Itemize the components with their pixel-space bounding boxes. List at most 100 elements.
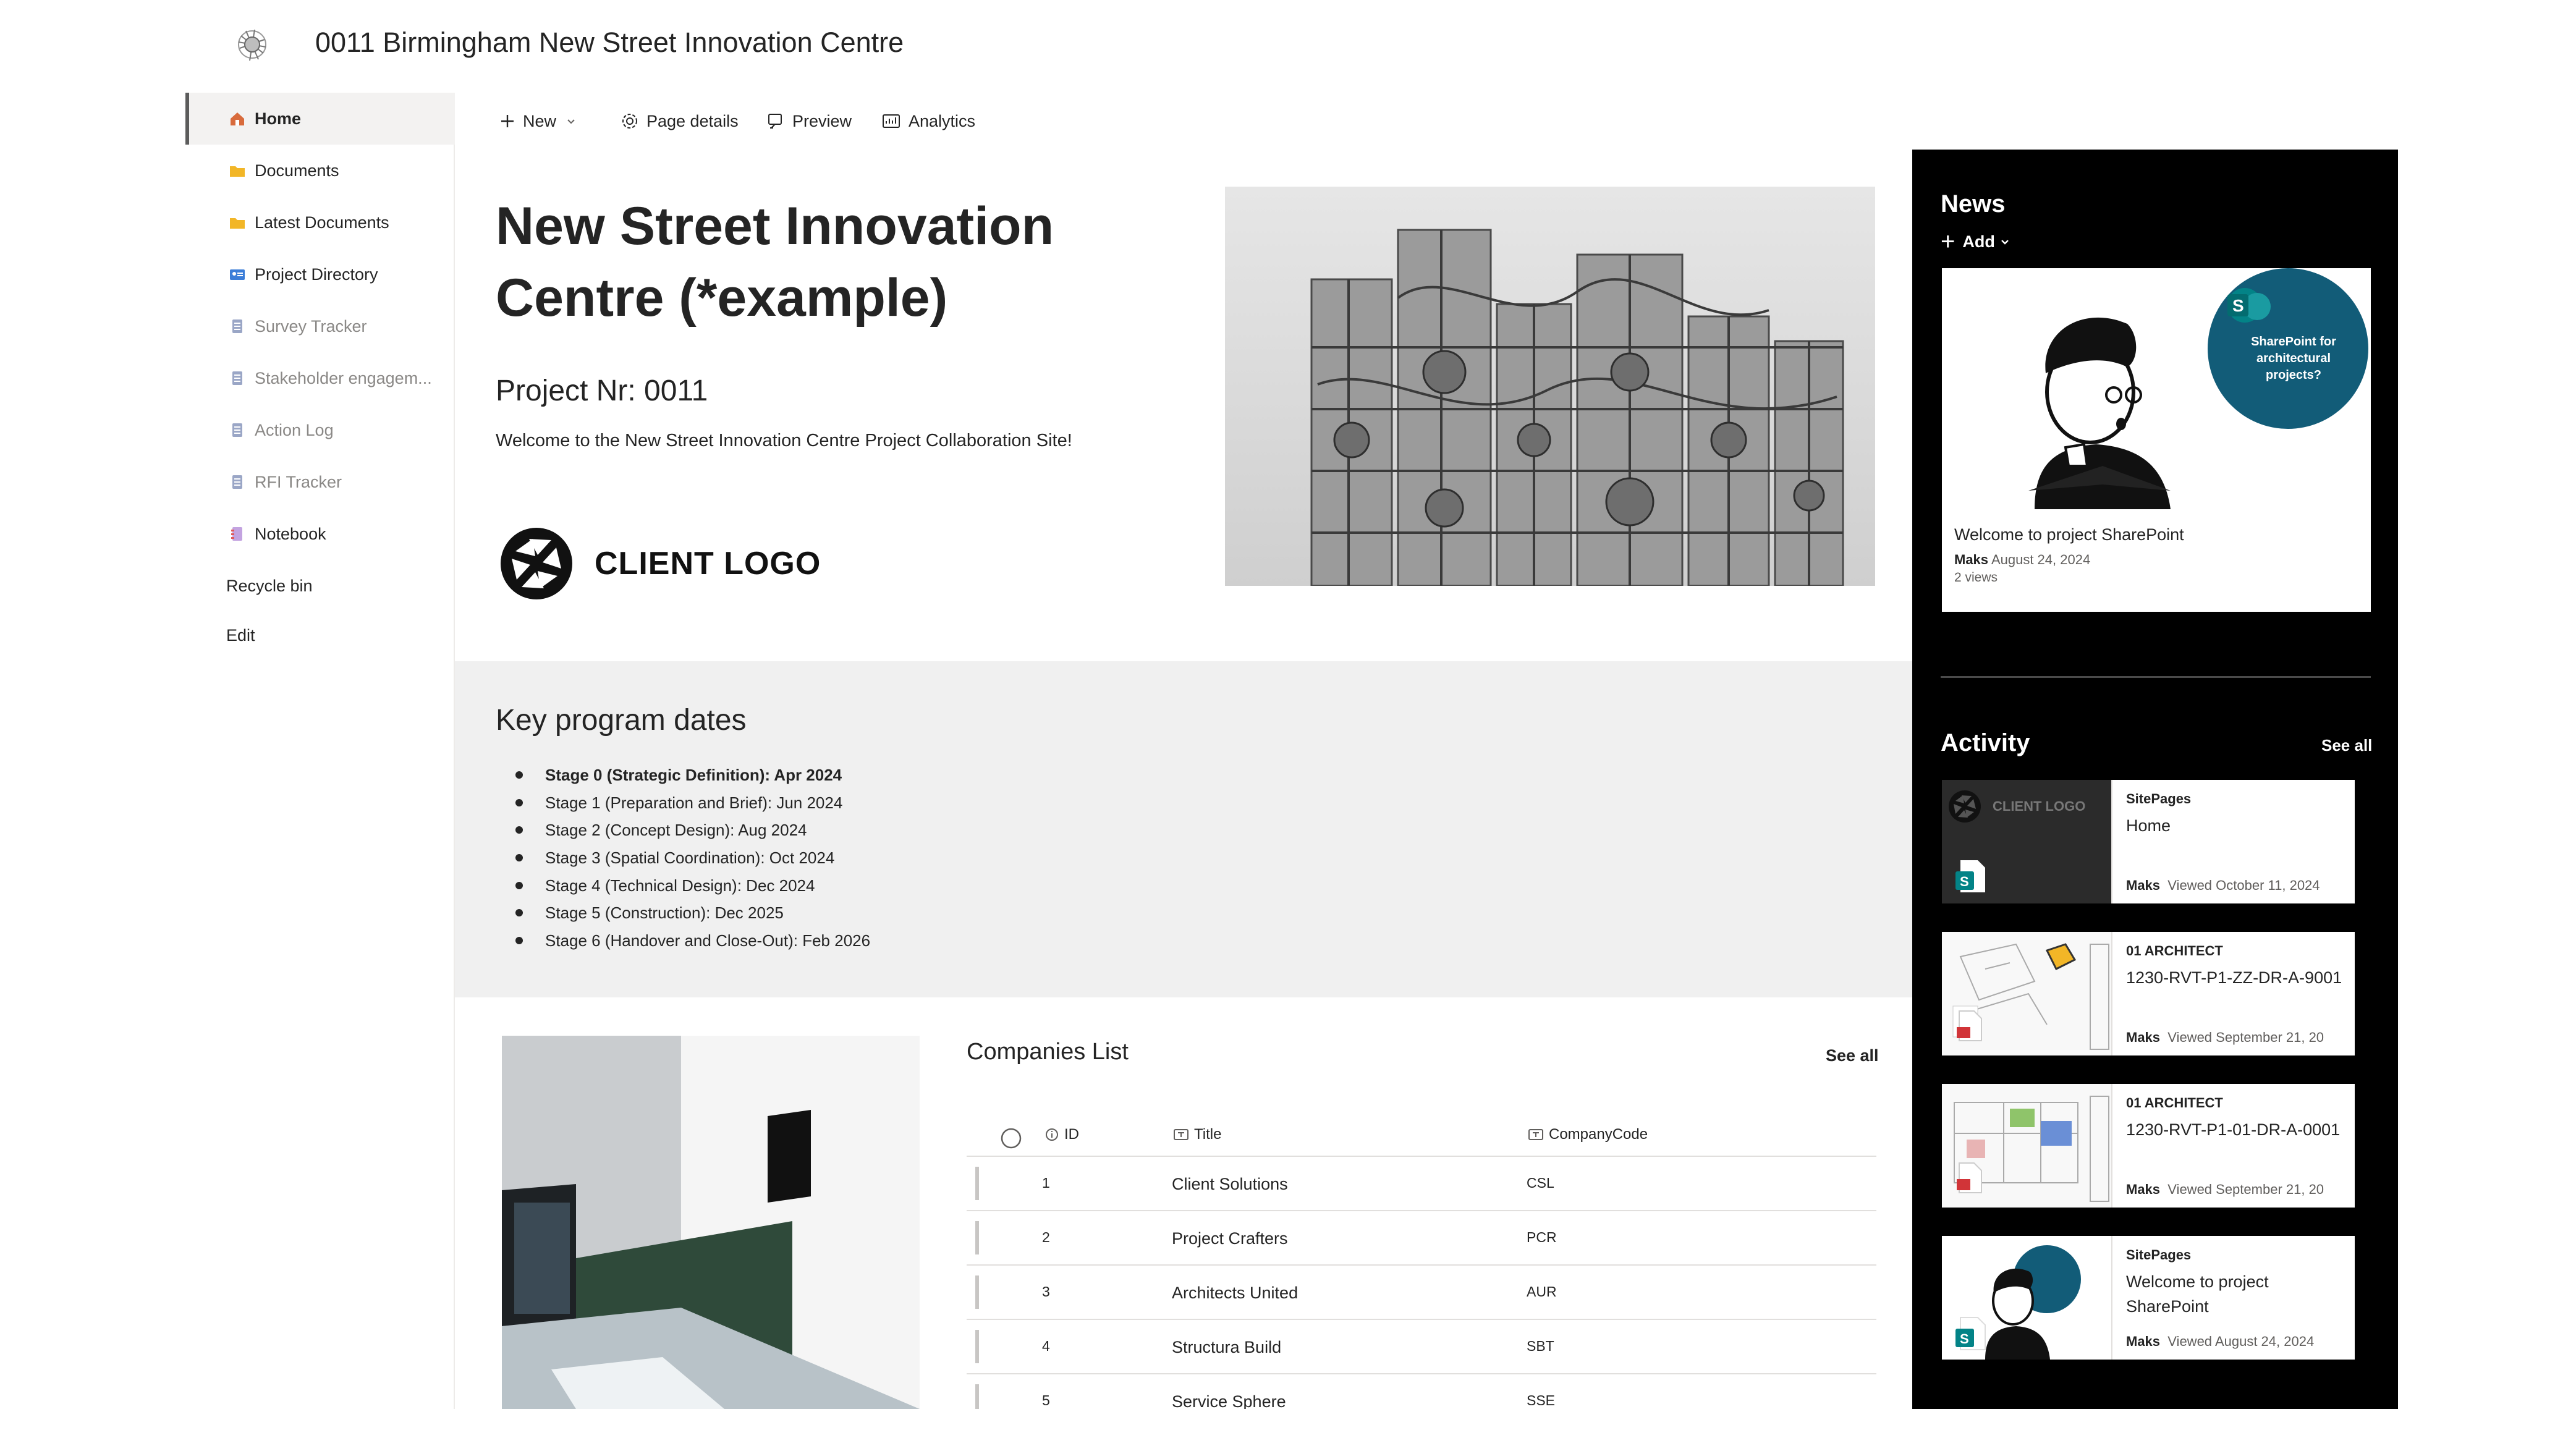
table-row[interactable]: 4 Structura Build SBT	[967, 1320, 1876, 1374]
activity-action: Viewed August 24, 2024	[2167, 1334, 2315, 1349]
key-dates-heading: Key program dates	[496, 704, 747, 737]
news-add-button[interactable]: + Add	[1941, 227, 2011, 256]
nav-item-recycle-bin[interactable]: Recycle bin	[185, 560, 455, 612]
news-card[interactable]: S SharePoint for architectural projects?…	[1942, 268, 2371, 612]
news-card-image: S	[2028, 268, 2368, 509]
svg-text:S: S	[2232, 296, 2244, 315]
site-title[interactable]: 0011 Birmingham New Street Innovation Ce…	[315, 23, 904, 62]
news-date: August 24, 2024	[1991, 552, 2091, 567]
welcome-text: Welcome to the New Street Innovation Cen…	[496, 431, 1072, 451]
nav-item-stakeholder-engagement[interactable]: Stakeholder engagem...	[185, 352, 455, 404]
column-header-title[interactable]: Title	[1173, 1123, 1221, 1146]
folder-icon	[230, 166, 245, 177]
cell-title[interactable]: Architects United	[1172, 1280, 1298, 1305]
news-bubble-text: SharePoint for architectural projects?	[2251, 335, 2336, 382]
nav-item-latest-documents[interactable]: Latest Documents	[185, 197, 455, 248]
stage-date: Stage 5 (Construction): Dec 2025	[545, 903, 784, 923]
stage-date: Stage 6 (Handover and Close-Out): Feb 20…	[545, 931, 871, 950]
activity-title[interactable]: Welcome to project SharePoint	[2126, 1269, 2349, 1319]
list-item: Stage 6 (Handover and Close-Out): Feb 20…	[515, 927, 870, 955]
nav-item-survey-tracker[interactable]: Survey Tracker	[185, 300, 455, 352]
nav-label: Stakeholder engagem...	[255, 368, 432, 387]
column-header-companycode[interactable]: CompanyCode	[1528, 1123, 1648, 1146]
column-header-id[interactable]: ID	[1044, 1123, 1079, 1146]
companies-see-all-link[interactable]: See all	[1826, 1043, 1879, 1068]
svg-text:S: S	[1960, 1331, 1969, 1347]
list-item: Stage 4 (Technical Design): Dec 2024	[515, 871, 870, 899]
cell-title[interactable]: Project Crafters	[1172, 1226, 1288, 1251]
plus-icon: +	[1941, 228, 1955, 255]
activity-card[interactable]: CLIENT LOGO S SitePages Home Maks Viewed…	[1942, 780, 2355, 903]
aperture-icon	[1949, 790, 1981, 823]
companies-list-title[interactable]: Companies List	[967, 1036, 1129, 1068]
activity-card[interactable]: 01 ARCHITECT 1230-RVT-P1-01-DR-A-0001 Ma…	[1942, 1084, 2355, 1208]
column-label: Title	[1194, 1126, 1222, 1143]
divider	[1941, 676, 2371, 678]
contact-card-icon	[230, 269, 245, 280]
nav-item-project-directory[interactable]: Project Directory	[185, 248, 455, 300]
stage-date: Stage 1 (Preparation and Brief): Jun 202…	[545, 793, 843, 812]
preview-button[interactable]: Preview	[766, 104, 852, 138]
gear-icon	[622, 114, 637, 129]
nav-label: Edit	[226, 625, 255, 645]
cell-title[interactable]: Structura Build	[1172, 1335, 1281, 1360]
nav-label: Recycle bin	[226, 576, 313, 595]
activity-title[interactable]: Home	[2126, 813, 2349, 838]
activity-site: SitePages	[2126, 1247, 2192, 1263]
activity-thumbnail	[1942, 932, 2112, 1055]
notebook-icon	[231, 527, 242, 541]
nav-label: Home	[255, 109, 302, 128]
activity-user: Maks	[2126, 878, 2161, 893]
pdf-file-icon	[1957, 1010, 1982, 1041]
nav-item-home[interactable]: Home	[185, 93, 455, 145]
stage-date: Stage 0 (Strategic Definition): Apr 2024	[545, 766, 842, 785]
activity-heading: Activity	[1941, 729, 2030, 756]
select-all-checkbox[interactable]	[1000, 1127, 1022, 1149]
project-number: Project Nr: 0011	[496, 374, 708, 407]
key-dates-list: Stage 0 (Strategic Definition): Apr 2024…	[515, 761, 870, 954]
table-row[interactable]: 1 Client Solutions CSL	[967, 1157, 1876, 1211]
building-photo[interactable]	[502, 1036, 920, 1409]
cell-code: AUR	[1527, 1284, 1557, 1300]
activity-title[interactable]: 1230-RVT-P1-01-DR-A-0001	[2126, 1117, 2349, 1142]
table-row[interactable]: 2 Project Crafters PCR	[967, 1211, 1876, 1266]
list-item: Stage 1 (Preparation and Brief): Jun 202…	[515, 789, 870, 817]
cell-title[interactable]: Service Sphere	[1172, 1389, 1286, 1409]
chevron-down-icon	[2001, 240, 2009, 245]
activity-thumbnail: S	[1942, 1236, 2112, 1360]
cell-id: 5	[1042, 1392, 1050, 1408]
nav-item-rfi-tracker[interactable]: RFI Tracker	[185, 456, 455, 508]
news-heading: News	[1941, 190, 2006, 218]
table-row[interactable]: 3 Architects United AUR	[967, 1266, 1876, 1320]
list-icon	[232, 423, 242, 437]
activity-meta: Maks Viewed September 21, 20	[2126, 1180, 2352, 1199]
cell-title[interactable]: Client Solutions	[1172, 1172, 1288, 1196]
cell-code: CSL	[1527, 1175, 1554, 1191]
cell-id: 3	[1042, 1284, 1050, 1300]
page-details-button[interactable]: Page details	[621, 104, 739, 138]
pdf-file-icon	[1957, 1162, 1982, 1193]
home-icon	[231, 112, 244, 125]
activity-action: Viewed September 21, 20	[2167, 1030, 2324, 1045]
site-logo[interactable]	[227, 23, 277, 66]
nav-item-action-log[interactable]: Action Log	[185, 404, 455, 456]
activity-card[interactable]: S SitePages Welcome to project SharePoin…	[1942, 1236, 2355, 1360]
activity-title[interactable]: 1230-RVT-P1-ZZ-DR-A-9001	[2126, 965, 2349, 990]
activity-card[interactable]: 01 ARCHITECT 1230-RVT-P1-ZZ-DR-A-9001 Ma…	[1942, 932, 2355, 1055]
plus-icon	[501, 115, 514, 127]
news-card-meta: Maks August 24, 2024	[1954, 550, 2090, 570]
new-button[interactable]: New	[499, 104, 585, 138]
activity-user: Maks	[2126, 1182, 2161, 1197]
nav-item-edit[interactable]: Edit	[185, 609, 455, 661]
text-field-icon	[1528, 1129, 1543, 1140]
hero-image[interactable]	[1225, 187, 1875, 586]
nav-item-notebook[interactable]: Notebook	[185, 508, 455, 560]
preview-icon	[768, 114, 782, 129]
cell-id: 4	[1042, 1338, 1050, 1354]
news-card-title[interactable]: Welcome to project SharePoint	[1954, 523, 2184, 546]
table-row[interactable]: 5 Service Sphere SSE	[967, 1374, 1876, 1409]
stage-date: Stage 3 (Spatial Coordination): Oct 2024	[545, 848, 835, 868]
analytics-button[interactable]: Analytics	[881, 104, 975, 138]
activity-see-all-link[interactable]: See all	[2321, 734, 2372, 756]
nav-item-documents[interactable]: Documents	[185, 145, 455, 197]
